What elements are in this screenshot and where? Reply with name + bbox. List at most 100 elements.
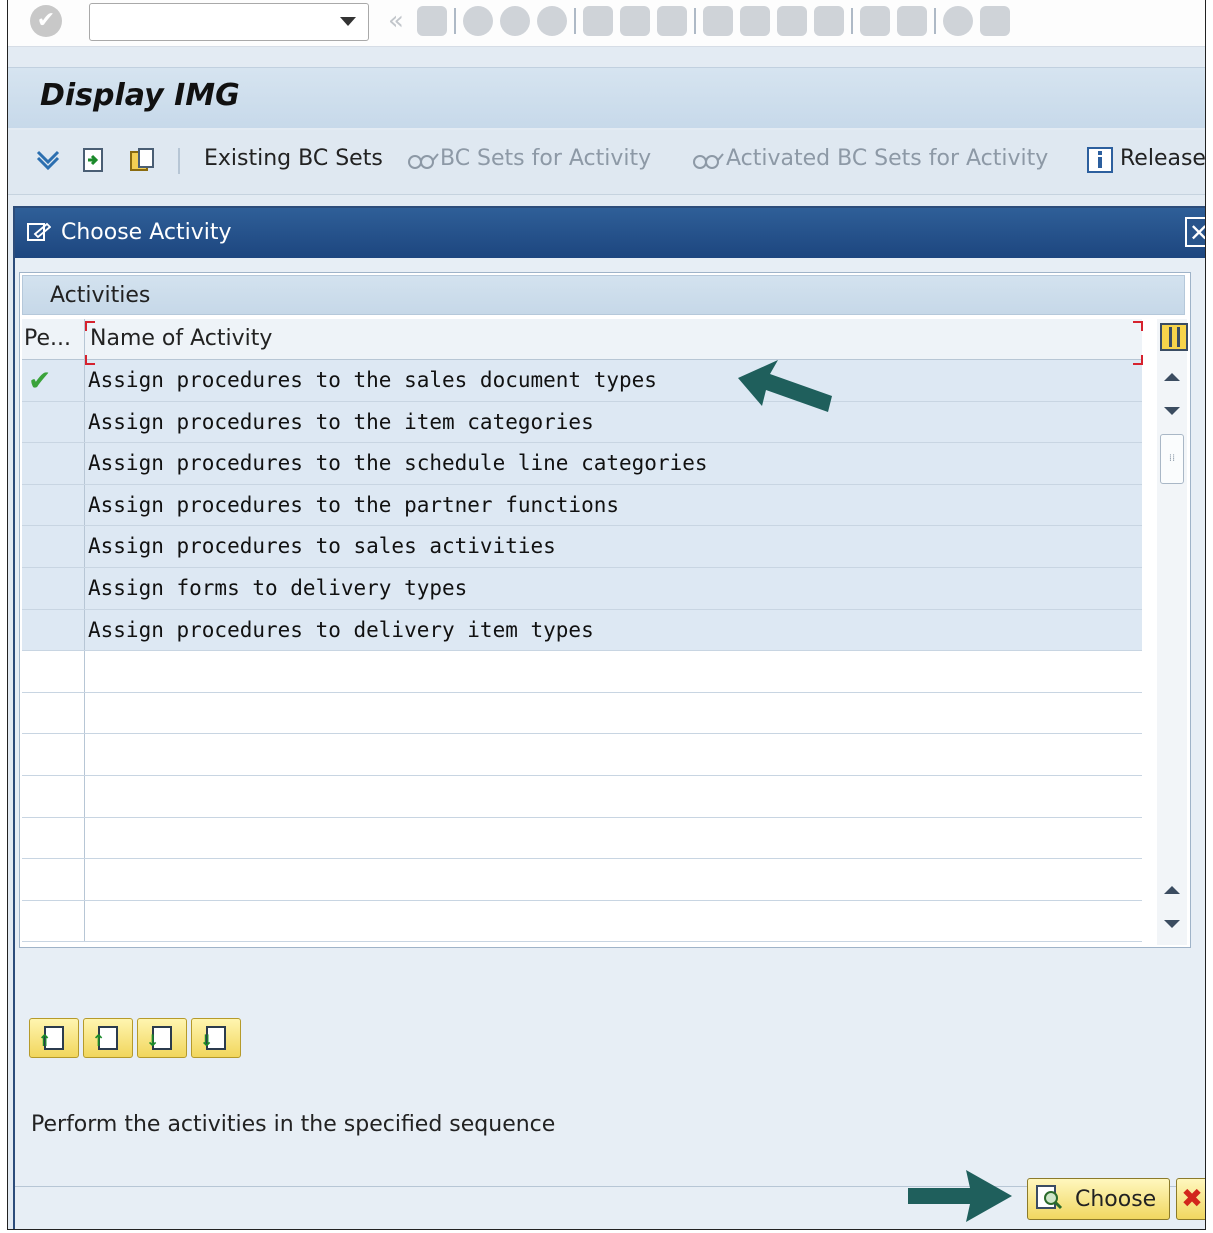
activity-name[interactable]: Assign procedures to the sales document … (88, 360, 657, 401)
release-notes-button[interactable]: Release (1120, 146, 1205, 171)
empty-row (22, 900, 1142, 943)
scroll-down-icon[interactable] (1164, 407, 1180, 415)
empty-row (22, 775, 1142, 818)
cancel-icon[interactable] (537, 6, 567, 36)
sequence-buttons: ⇑ ↑ ↓ ⇓ (29, 1018, 241, 1058)
find-icon[interactable] (620, 6, 650, 36)
activity-name[interactable]: Assign procedures to the schedule line c… (88, 443, 708, 484)
activated-bc-sets-button[interactable]: Activated BC Sets for Activity (726, 146, 1048, 171)
column-header-name[interactable]: Name of Activity (86, 319, 272, 359)
page-down-icon[interactable] (1164, 920, 1180, 928)
separator (178, 148, 180, 174)
performed-cell (22, 567, 85, 609)
choose-activity-dialog: Choose Activity ✕ Activities Pe... Name … (13, 206, 1205, 1229)
page-up-icon[interactable] (1164, 886, 1180, 894)
back-icon[interactable]: « (388, 6, 410, 36)
performed-cell (22, 900, 85, 942)
command-input[interactable] (96, 7, 330, 39)
first-page-icon[interactable] (703, 6, 733, 36)
vertical-scrollbar[interactable]: ⁞⁞ (1157, 319, 1188, 945)
previous-page-icon[interactable] (740, 6, 770, 36)
scroll-up-icon[interactable] (1164, 373, 1180, 381)
close-icon[interactable]: ✕ (1185, 217, 1205, 247)
bc-set-glasses-icon (408, 153, 439, 169)
back-nav-icon[interactable] (463, 6, 493, 36)
table-row[interactable]: Assign procedures to sales activities (22, 526, 1142, 568)
last-activity-button[interactable]: ⇓ (191, 1018, 241, 1058)
sap-window: ✔ « Display IMG Existing BC Sets BC Sets… (7, 0, 1206, 1230)
system-toolbar: ✔ « (8, 0, 1205, 47)
previous-activity-button[interactable]: ↑ (83, 1018, 133, 1058)
bc-sets-for-activity-button[interactable]: BC Sets for Activity (440, 146, 651, 171)
application-toolbar: Existing BC Sets BC Sets for Activity Ac… (8, 130, 1205, 195)
table-row[interactable]: Assign procedures to the partner functio… (22, 484, 1142, 527)
help-icon[interactable] (943, 6, 973, 36)
table-row[interactable]: Assign forms to delivery types (22, 567, 1142, 610)
scroll-thumb[interactable]: ⁞⁞ (1160, 434, 1184, 484)
performed-cell (22, 443, 85, 484)
cancel-x-icon[interactable]: ✖ (1176, 1178, 1205, 1220)
chevron-down-icon[interactable] (340, 17, 356, 26)
page-title: Display IMG (40, 78, 240, 113)
first-activity-button[interactable]: ⇑ (29, 1018, 79, 1058)
dialog-title-bar: Choose Activity ✕ (15, 208, 1205, 258)
system-icons: « (388, 4, 1010, 38)
column-header-performed[interactable]: Pe... (22, 319, 85, 359)
performed-cell (22, 859, 85, 900)
table-row[interactable]: Assign procedures to the item categories (22, 401, 1142, 444)
activities-table: Activities Pe... Name of Activity ✔ Assig… (19, 272, 1191, 948)
command-field[interactable] (89, 3, 369, 41)
activity-name[interactable]: Assign procedures to sales activities (88, 526, 556, 567)
performed-cell: ✔ (22, 360, 85, 401)
performed-cell (22, 526, 85, 567)
table-title-bar: Activities (22, 275, 1185, 315)
performed-cell (22, 609, 85, 651)
last-page-icon[interactable] (814, 6, 844, 36)
find-next-icon[interactable] (657, 6, 687, 36)
documentation-icon[interactable] (128, 146, 156, 174)
choose-button[interactable]: Choose (1027, 1178, 1170, 1220)
empty-row (22, 734, 1142, 776)
table-row[interactable]: Assign procedures to the schedule line c… (22, 443, 1142, 485)
performed-cell (22, 401, 85, 443)
print-icon[interactable] (583, 6, 613, 36)
activity-name[interactable]: Assign procedures to the item categories (88, 402, 594, 443)
performed-cell (22, 734, 85, 775)
separator (694, 8, 696, 34)
table-row[interactable]: Assign procedures to delivery item types (22, 609, 1142, 652)
activity-name[interactable]: Assign forms to delivery types (88, 568, 467, 609)
checkmark-icon: ✔ (28, 364, 52, 397)
edit-window-icon (27, 222, 51, 241)
activity-name[interactable]: Assign procedures to the partner functio… (88, 485, 619, 526)
choose-button-label: Choose (1075, 1187, 1157, 1212)
separator (454, 8, 456, 34)
column-settings-icon[interactable] (1160, 323, 1188, 351)
customize-layout-icon[interactable] (980, 6, 1010, 36)
where-used-icon[interactable] (80, 146, 108, 174)
separator (851, 8, 853, 34)
empty-row (22, 651, 1142, 693)
activity-name[interactable]: Assign procedures to delivery item types (88, 610, 594, 651)
choose-detail-icon (1036, 1185, 1063, 1210)
table-row[interactable]: ✔ Assign procedures to the sales document… (22, 360, 1142, 402)
expand-subtree-icon[interactable] (34, 146, 62, 174)
table-body: ✔ Assign procedures to the sales document… (22, 360, 1142, 943)
shortcut-icon[interactable] (897, 6, 927, 36)
empty-row (22, 817, 1142, 860)
enter-icon[interactable]: ✔ (30, 5, 62, 37)
existing-bc-sets-button[interactable]: Existing BC Sets (204, 146, 383, 171)
performed-cell (22, 484, 85, 526)
create-session-icon[interactable] (860, 6, 890, 36)
performed-cell (22, 817, 85, 859)
next-activity-button[interactable]: ↓ (137, 1018, 187, 1058)
sequence-hint: Perform the activities in the specified … (31, 1112, 556, 1137)
table-title: Activities (50, 283, 151, 308)
performed-cell (22, 651, 85, 692)
empty-row (22, 859, 1142, 901)
table-header: Pe... Name of Activity (22, 319, 1142, 360)
exit-icon[interactable] (500, 6, 530, 36)
next-page-icon[interactable] (777, 6, 807, 36)
activated-bc-set-glasses-icon (693, 153, 724, 169)
performed-cell (22, 692, 85, 734)
save-icon[interactable] (417, 6, 447, 36)
